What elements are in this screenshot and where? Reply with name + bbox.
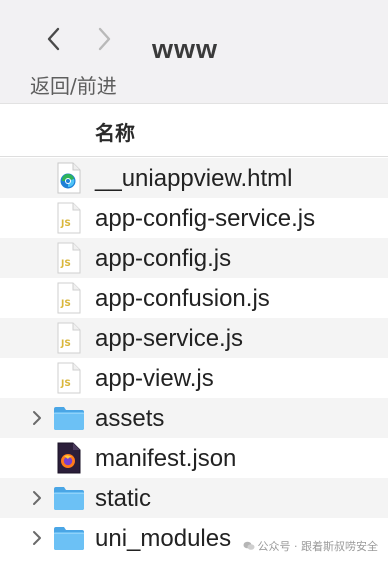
svg-text:JS: JS: [60, 259, 71, 269]
toolbar: www 返回/前进: [0, 0, 388, 103]
disclosure-chevron-icon: [33, 411, 41, 425]
folder-row[interactable]: assets: [0, 398, 388, 438]
js-file-icon: JS: [53, 282, 83, 314]
folder-row[interactable]: static: [0, 478, 388, 518]
folder-icon: [53, 524, 84, 556]
js-file-icon: JS: [53, 322, 83, 354]
file-row[interactable]: JS app-confusion.js: [0, 278, 388, 318]
file-name: app-view.js: [95, 365, 214, 392]
disclosure-triangle[interactable]: [30, 528, 44, 548]
svg-text:JS: JS: [60, 339, 71, 349]
file-name: app-confusion.js: [95, 285, 270, 312]
file-name: static: [95, 485, 152, 512]
file-list: __uniappview.html JS app-config-service.…: [0, 158, 388, 558]
js-file-icon: JS: [53, 242, 83, 274]
svg-text:JS: JS: [60, 379, 71, 389]
file-row[interactable]: __uniappview.html: [0, 158, 388, 198]
folder-icon: [53, 404, 84, 436]
file-name: manifest.json: [95, 445, 237, 472]
disclosure-chevron-icon: [33, 531, 41, 545]
wechat-icon: [243, 541, 254, 550]
forward-button[interactable]: [90, 22, 118, 56]
file-name: uni_modules: [95, 525, 232, 552]
file-name: __uniappview.html: [95, 165, 293, 192]
chevron-left-icon: [47, 27, 60, 51]
back-button[interactable]: [40, 22, 68, 56]
json-file-icon: [53, 442, 83, 474]
file-row[interactable]: JS app-config-service.js: [0, 198, 388, 238]
file-row[interactable]: JS app-service.js: [0, 318, 388, 358]
window-title: www: [152, 34, 219, 64]
file-name: app-service.js: [95, 325, 244, 352]
watermark-text: 公众号 · 跟着斯叔唠安全: [257, 540, 379, 553]
disclosure-triangle[interactable]: [30, 408, 44, 428]
file-row[interactable]: manifest.json: [0, 438, 388, 478]
file-name: app-config-service.js: [95, 205, 316, 232]
js-file-icon: JS: [53, 362, 83, 394]
disclosure-triangle[interactable]: [30, 488, 44, 508]
file-row[interactable]: JS app-view.js: [0, 358, 388, 398]
file-name: assets: [95, 405, 165, 432]
chevron-right-icon: [98, 27, 111, 51]
finder-window: www 返回/前进 名称 __uniappview.html JS app-co…: [0, 0, 388, 564]
svg-text:JS: JS: [60, 219, 71, 229]
svg-text:JS: JS: [60, 299, 71, 309]
disclosure-chevron-icon: [33, 491, 41, 505]
file-name: app-config.js: [95, 245, 232, 272]
html-file-icon: [53, 162, 83, 194]
folder-icon: [53, 484, 84, 516]
js-file-icon: JS: [53, 202, 83, 234]
watermark: 公众号 · 跟着斯叔唠安全: [242, 538, 379, 554]
nav-caption: 返回/前进: [30, 74, 117, 98]
name-column-header[interactable]: 名称: [95, 117, 135, 146]
column-header[interactable]: 名称: [0, 103, 388, 157]
file-row[interactable]: JS app-config.js: [0, 238, 388, 278]
